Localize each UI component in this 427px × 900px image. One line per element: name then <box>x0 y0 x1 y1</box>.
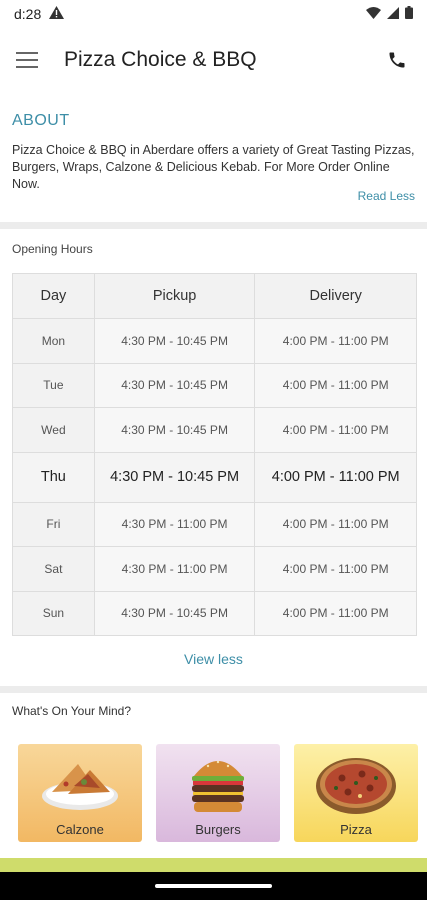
alert-icon <box>49 6 65 22</box>
home-gesture-handle[interactable] <box>155 884 272 888</box>
opening-hours-table: Day Pickup Delivery Mon 4:30 PM - 10:45 … <box>12 273 417 636</box>
delivery-cell: 4:00 PM - 11:00 PM <box>254 451 417 503</box>
hamburger-menu-icon[interactable] <box>16 46 44 74</box>
delivery-cell: 4:00 PM - 11:00 PM <box>254 362 417 408</box>
category-card-burgers[interactable]: Burgers <box>156 744 280 842</box>
pickup-cell: 4:30 PM - 11:00 PM <box>93 546 256 592</box>
whats-on-your-mind-label: What's On Your Mind? <box>12 704 132 718</box>
header-day: Day <box>12 273 95 319</box>
category-label: Burgers <box>195 822 241 837</box>
delivery-cell: 4:00 PM - 11:00 PM <box>254 546 417 592</box>
phone-icon[interactable] <box>383 46 411 74</box>
section-divider <box>0 686 427 693</box>
app-bar: Pizza Choice & BBQ <box>0 28 427 92</box>
day-cell: Fri <box>12 501 95 547</box>
delivery-cell: 4:00 PM - 11:00 PM <box>254 318 417 364</box>
pizza-image <box>316 758 396 814</box>
pickup-cell: 4:30 PM - 11:00 PM <box>93 501 256 547</box>
day-cell: Tue <box>12 362 95 408</box>
about-section: ABOUT Pizza Choice & BBQ in Aberdare off… <box>0 108 427 220</box>
status-bar: d:28 <box>0 0 427 28</box>
pickup-cell: 4:30 PM - 10:45 PM <box>93 590 256 636</box>
page-title: Pizza Choice & BBQ <box>64 48 257 71</box>
view-less-link[interactable]: View less <box>0 651 427 667</box>
category-label: Calzone <box>56 822 104 837</box>
signal-icon <box>387 6 399 22</box>
pickup-cell: 4:30 PM - 10:45 PM <box>93 362 256 408</box>
pickup-cell: 4:30 PM - 10:45 PM <box>93 451 256 503</box>
table-row: Sat 4:30 PM - 11:00 PM 4:00 PM - 11:00 P… <box>12 546 417 592</box>
section-divider <box>0 222 427 229</box>
table-row: Wed 4:30 PM - 10:45 PM 4:00 PM - 11:00 P… <box>12 407 417 453</box>
delivery-cell: 4:00 PM - 11:00 PM <box>254 501 417 547</box>
day-cell: Thu <box>12 451 95 503</box>
header-delivery: Delivery <box>254 273 417 319</box>
day-cell: Mon <box>12 318 95 364</box>
category-card-calzone[interactable]: Calzone <box>18 744 142 842</box>
table-row: Tue 4:30 PM - 10:45 PM 4:00 PM - 11:00 P… <box>12 362 417 408</box>
table-row: Mon 4:30 PM - 10:45 PM 4:00 PM - 11:00 P… <box>12 318 417 364</box>
day-cell: Sun <box>12 590 95 636</box>
read-less-link[interactable]: Read Less <box>358 189 415 203</box>
delivery-cell: 4:00 PM - 11:00 PM <box>254 590 417 636</box>
day-cell: Sat <box>12 546 95 592</box>
calzone-image <box>42 764 118 810</box>
burger-image <box>192 760 244 812</box>
category-label: Pizza <box>340 822 372 837</box>
pickup-cell: 4:30 PM - 10:45 PM <box>93 318 256 364</box>
delivery-cell: 4:00 PM - 11:00 PM <box>254 407 417 453</box>
battery-icon <box>405 6 413 22</box>
table-row: Fri 4:30 PM - 11:00 PM 4:00 PM - 11:00 P… <box>12 501 417 547</box>
header-pickup: Pickup <box>93 273 256 319</box>
opening-hours-label: Opening Hours <box>12 242 93 256</box>
about-title: ABOUT <box>12 112 70 129</box>
table-row: Sun 4:30 PM - 10:45 PM 4:00 PM - 11:00 P… <box>12 590 417 636</box>
category-cards: Calzone Burgers Pizza <box>18 744 418 842</box>
day-cell: Wed <box>12 407 95 453</box>
wifi-icon <box>366 6 381 22</box>
about-text: Pizza Choice & BBQ in Aberdare offers a … <box>12 143 415 191</box>
category-card-pizza[interactable]: Pizza <box>294 744 418 842</box>
pickup-cell: 4:30 PM - 10:45 PM <box>93 407 256 453</box>
table-row-today: Thu 4:30 PM - 10:45 PM 4:00 PM - 11:00 P… <box>12 451 417 503</box>
status-time: d:28 <box>14 6 42 22</box>
